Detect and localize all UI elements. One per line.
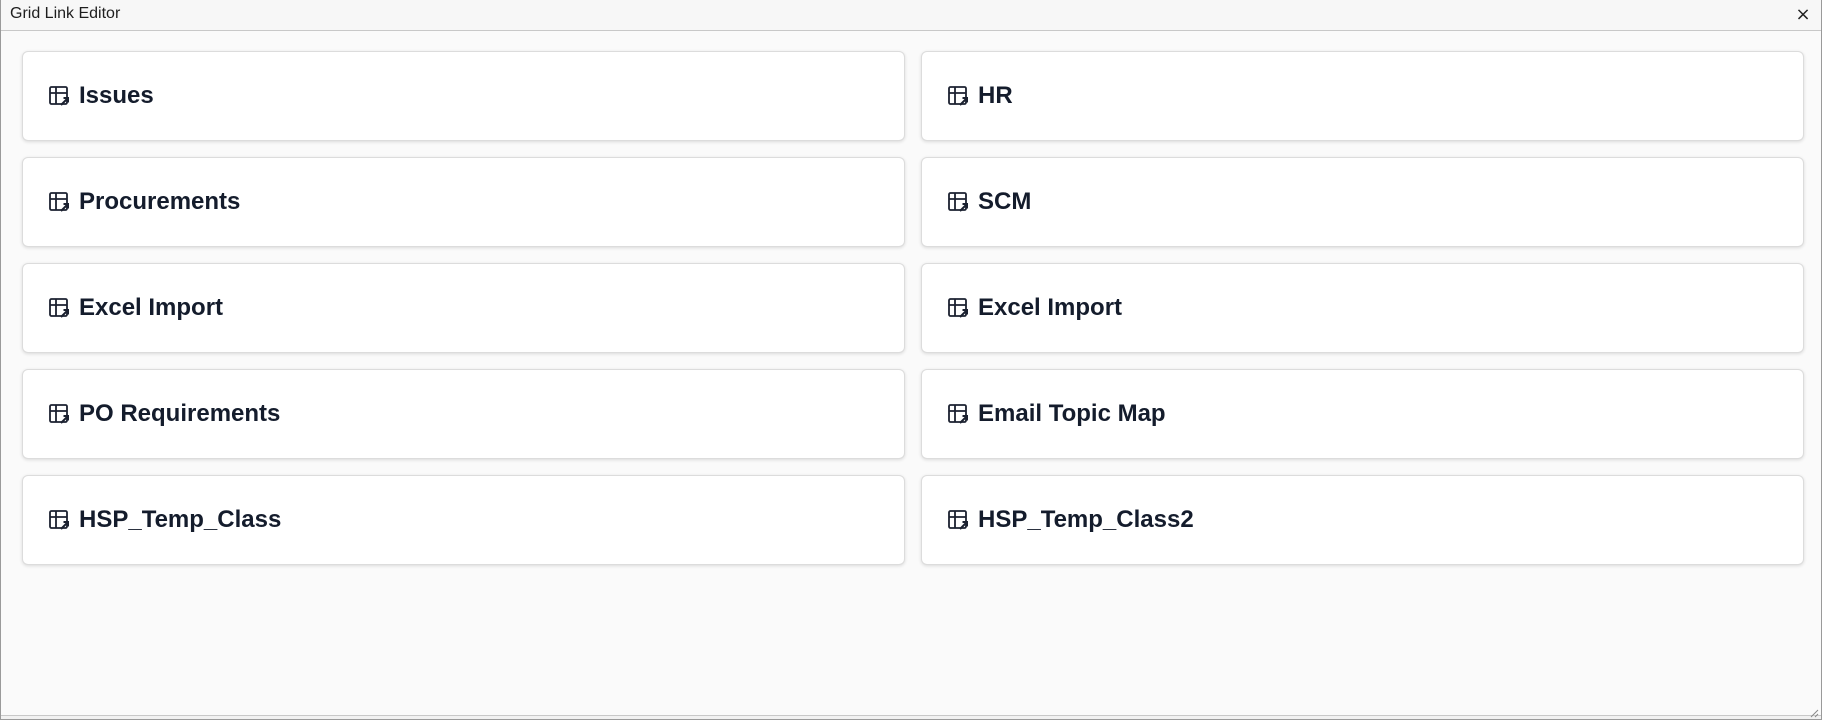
card-label: HR: [978, 82, 1013, 109]
grid-link-card-email-topic-map[interactable]: Email Topic Map: [921, 369, 1804, 459]
table-link-icon: [947, 403, 969, 425]
table-link-icon: [947, 509, 969, 531]
table-link-icon: [48, 85, 70, 107]
window-bottom-edge: [1, 715, 1821, 719]
grid-link-card-scm[interactable]: SCM: [921, 157, 1804, 247]
table-link-icon: [48, 509, 70, 531]
grid-link-card-hsp-temp-class2[interactable]: HSP_Temp_Class2: [921, 475, 1804, 565]
table-link-icon: [947, 297, 969, 319]
grid-link-list: Issues HR Procurements SCM Excel Import …: [22, 51, 1804, 565]
table-link-icon: [48, 403, 70, 425]
grid-link-card-hsp-temp-class[interactable]: HSP_Temp_Class: [22, 475, 905, 565]
card-label: Excel Import: [978, 294, 1123, 321]
card-label: Procurements: [79, 188, 241, 215]
grid-link-card-excel-import-2[interactable]: Excel Import: [921, 263, 1804, 353]
card-label: SCM: [978, 188, 1032, 215]
resize-grip-icon[interactable]: [1809, 708, 1819, 718]
card-label: PO Requirements: [79, 400, 281, 427]
grid-link-card-excel-import[interactable]: Excel Import: [22, 263, 905, 353]
table-link-icon: [48, 297, 70, 319]
table-link-icon: [947, 85, 969, 107]
table-link-icon: [48, 191, 70, 213]
table-link-icon: [947, 191, 969, 213]
card-label: HSP_Temp_Class: [79, 506, 282, 533]
card-label: HSP_Temp_Class2: [978, 506, 1194, 533]
card-label: Excel Import: [79, 294, 224, 321]
grid-link-editor-window: Grid Link Editor × Issues HR Procurement…: [0, 0, 1822, 720]
title-bar[interactable]: Grid Link Editor ×: [1, 0, 1821, 31]
grid-link-card-procurements[interactable]: Procurements: [22, 157, 905, 247]
grid-link-card-po-requirements[interactable]: PO Requirements: [22, 369, 905, 459]
close-button[interactable]: ×: [1791, 2, 1815, 28]
grid-link-card-issues[interactable]: Issues: [22, 51, 905, 141]
grid-link-card-hr[interactable]: HR: [921, 51, 1804, 141]
card-label: Issues: [79, 82, 154, 109]
window-title: Grid Link Editor: [10, 5, 121, 22]
card-label: Email Topic Map: [978, 400, 1166, 427]
